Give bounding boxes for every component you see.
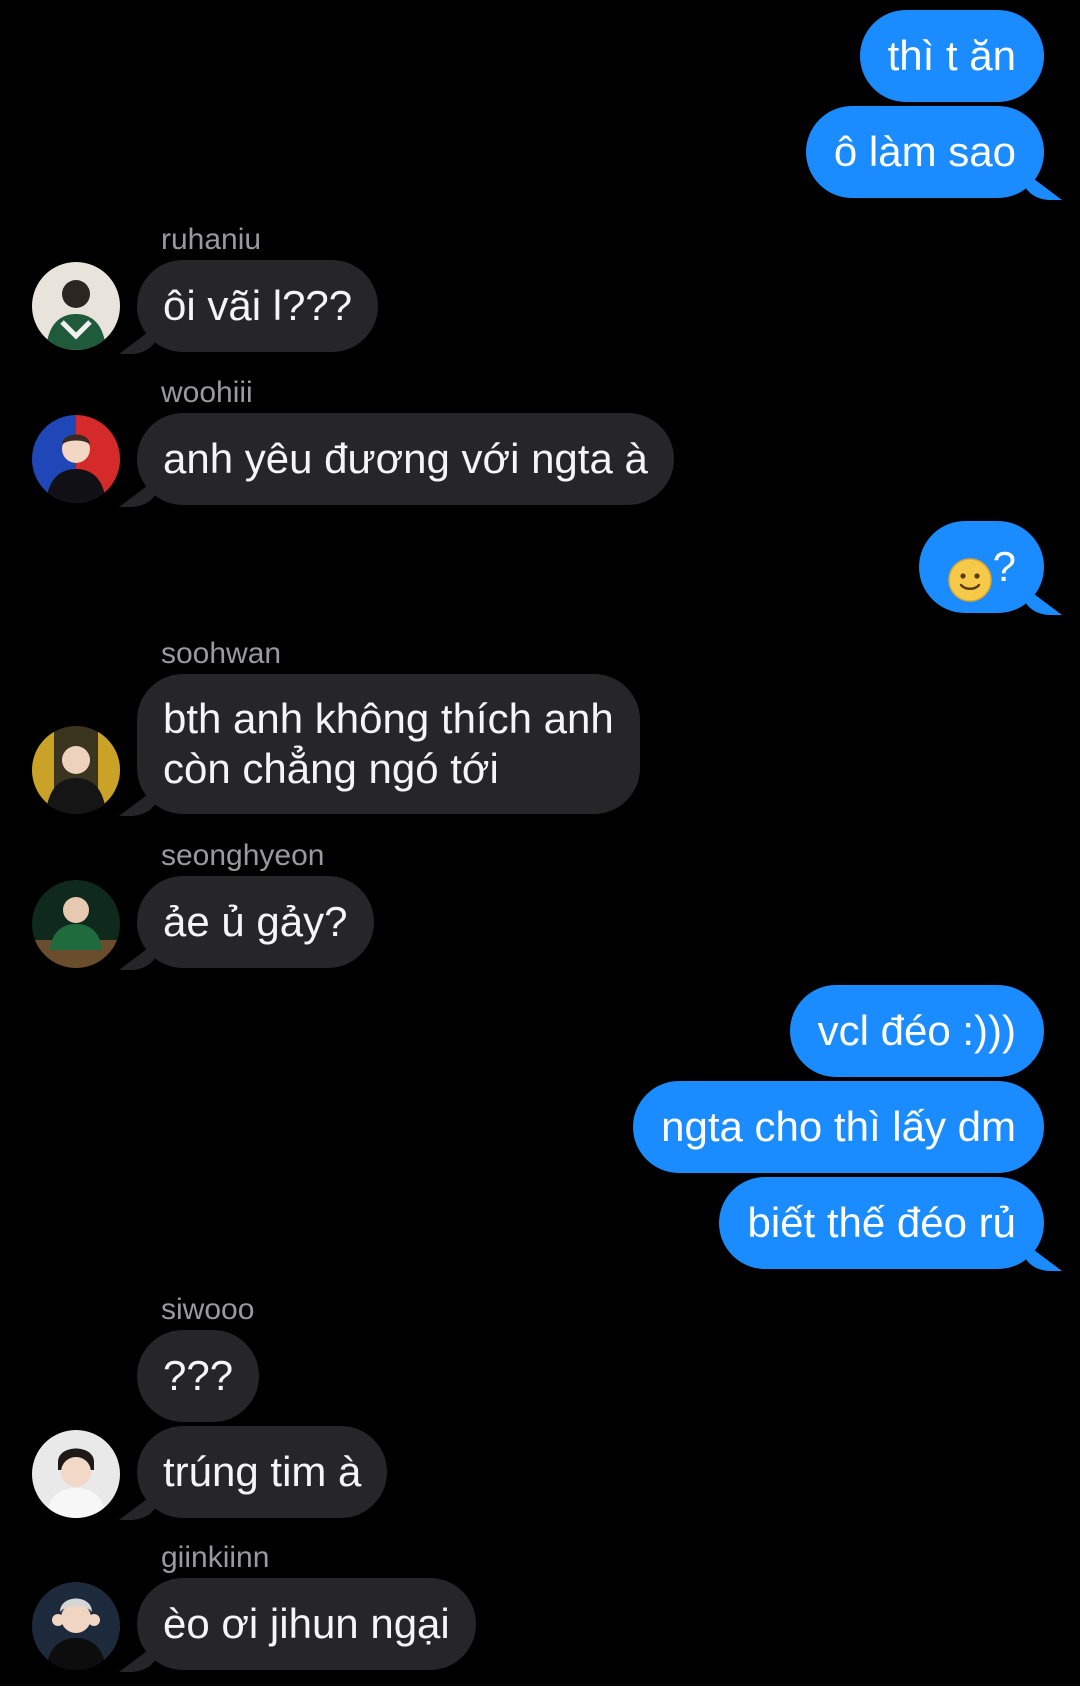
avatar[interactable] (32, 415, 120, 503)
incoming-message[interactable]: èo ơi jihun ngại (137, 1578, 476, 1670)
outgoing-message[interactable]: vcl đéo :))) (789, 985, 1044, 1077)
outgoing-message[interactable]: ngta cho thì lấy dm (633, 1081, 1044, 1173)
sender-name: ruhaniu (161, 223, 262, 256)
sender-name: siwooo (161, 1293, 255, 1326)
incoming-message[interactable]: anh yêu đương với ngta à (137, 413, 674, 505)
incoming-message[interactable]: ôi vãi l??? (137, 260, 379, 352)
sender-name: seonghyeon (161, 839, 325, 872)
outgoing-message-text: ? (992, 543, 1016, 590)
outgoing-message[interactable]: ô làm sao (805, 106, 1044, 198)
sender-name: woohiii (161, 376, 253, 409)
sender-name: soohwan (161, 637, 282, 670)
message-line: bth anh không thích anh (163, 695, 614, 742)
slightly-smiling-face-icon (947, 543, 993, 602)
avatar[interactable] (32, 726, 120, 814)
chat-thread: thì t ăn ô làm sao ruhaniu ôi vãi l??? w… (0, 0, 1080, 1686)
outgoing-message[interactable]: thì t ăn (859, 10, 1044, 102)
avatar[interactable] (32, 1582, 120, 1670)
sender-name: giinkiinn (161, 1541, 270, 1574)
incoming-message[interactable]: ảe ủ gảy? (137, 876, 374, 968)
incoming-message[interactable]: bth anh không thích anh còn chẳng ngó tớ… (137, 674, 640, 814)
outgoing-message[interactable]: ? (918, 521, 1044, 613)
message-line: còn chẳng ngó tới (163, 745, 499, 792)
incoming-message[interactable]: ??? (137, 1330, 260, 1422)
avatar[interactable] (32, 880, 120, 968)
incoming-message[interactable]: trúng tim à (137, 1426, 388, 1518)
avatar[interactable] (32, 262, 120, 350)
avatar[interactable] (32, 1430, 120, 1518)
outgoing-message[interactable]: biết thế đéo rủ (719, 1177, 1044, 1269)
